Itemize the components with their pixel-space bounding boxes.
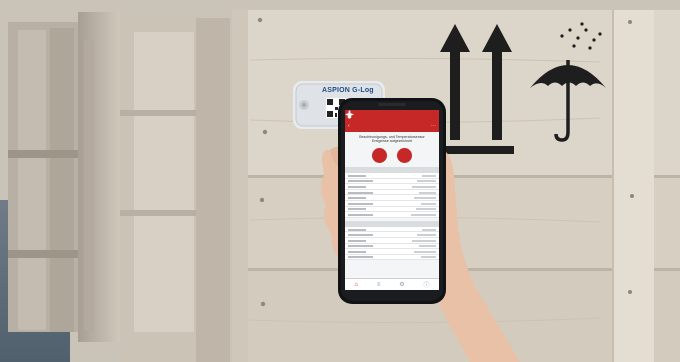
detail-row-value (414, 250, 436, 253)
home-icon[interactable]: ⌂ (354, 282, 358, 288)
event-headline: Beschleunigungs- und Temperatursensor Er… (359, 135, 425, 144)
detail-row-value (417, 234, 436, 237)
logger-brand-label: ASPION G-Log (322, 87, 374, 94)
details-rows (345, 172, 439, 218)
scene-graphics (0, 0, 680, 362)
detail-row-label (348, 202, 373, 205)
detail-row-label (348, 239, 366, 242)
detail-row-value (419, 245, 436, 248)
nav-bar: ‹ ⋯ (345, 120, 439, 132)
background-crates (8, 12, 230, 362)
detail-row-value (422, 228, 436, 231)
detail-row (345, 212, 439, 218)
detail-row-value (421, 202, 436, 205)
detail-row-label (348, 250, 366, 253)
detail-row-label (348, 228, 366, 231)
alert-icons-row (345, 110, 439, 167)
detail-row-value (412, 239, 436, 242)
detail-row-value (416, 208, 436, 211)
detail-row-label (348, 191, 373, 194)
detail-row-label (348, 208, 366, 211)
detail-row-label (348, 245, 373, 248)
detail-row-label (348, 197, 366, 200)
info-icon[interactable]: ⓘ (424, 280, 430, 289)
detail-row-label (348, 213, 373, 216)
settings-rows (345, 226, 439, 261)
list-icon[interactable]: ≡ (377, 282, 381, 288)
detail-row-value (411, 213, 436, 216)
thermometer-alert-icon (347, 110, 412, 163)
back-icon[interactable]: ‹ (348, 123, 350, 129)
detail-row-value (414, 197, 436, 200)
bottom-tab-bar: ⌂ ≡ ⚙ ⓘ (345, 278, 439, 290)
phone-screen: ‹ ⋯ Beschleunigungs- und Temperatursenso… (345, 110, 439, 290)
detail-row-value (422, 174, 436, 177)
detail-row-value (421, 256, 436, 259)
detail-row-value (417, 180, 436, 183)
detail-row-label (348, 174, 366, 177)
detail-row-label (348, 256, 373, 259)
detail-row-label (348, 185, 366, 188)
more-icon[interactable]: ⋯ (431, 123, 436, 129)
status-bar (345, 110, 439, 120)
detail-row (345, 254, 439, 261)
settings-icon[interactable]: ⚙ (399, 281, 404, 288)
detail-row-label (348, 234, 373, 237)
photo-scene: ASPION G-Log ‹ ⋯ Beschleunigungs- und Te… (0, 0, 680, 362)
detail-row-label (348, 180, 373, 183)
detail-row-value (419, 191, 436, 194)
shock-alert-icon (345, 110, 387, 163)
detail-row-value (412, 185, 436, 188)
